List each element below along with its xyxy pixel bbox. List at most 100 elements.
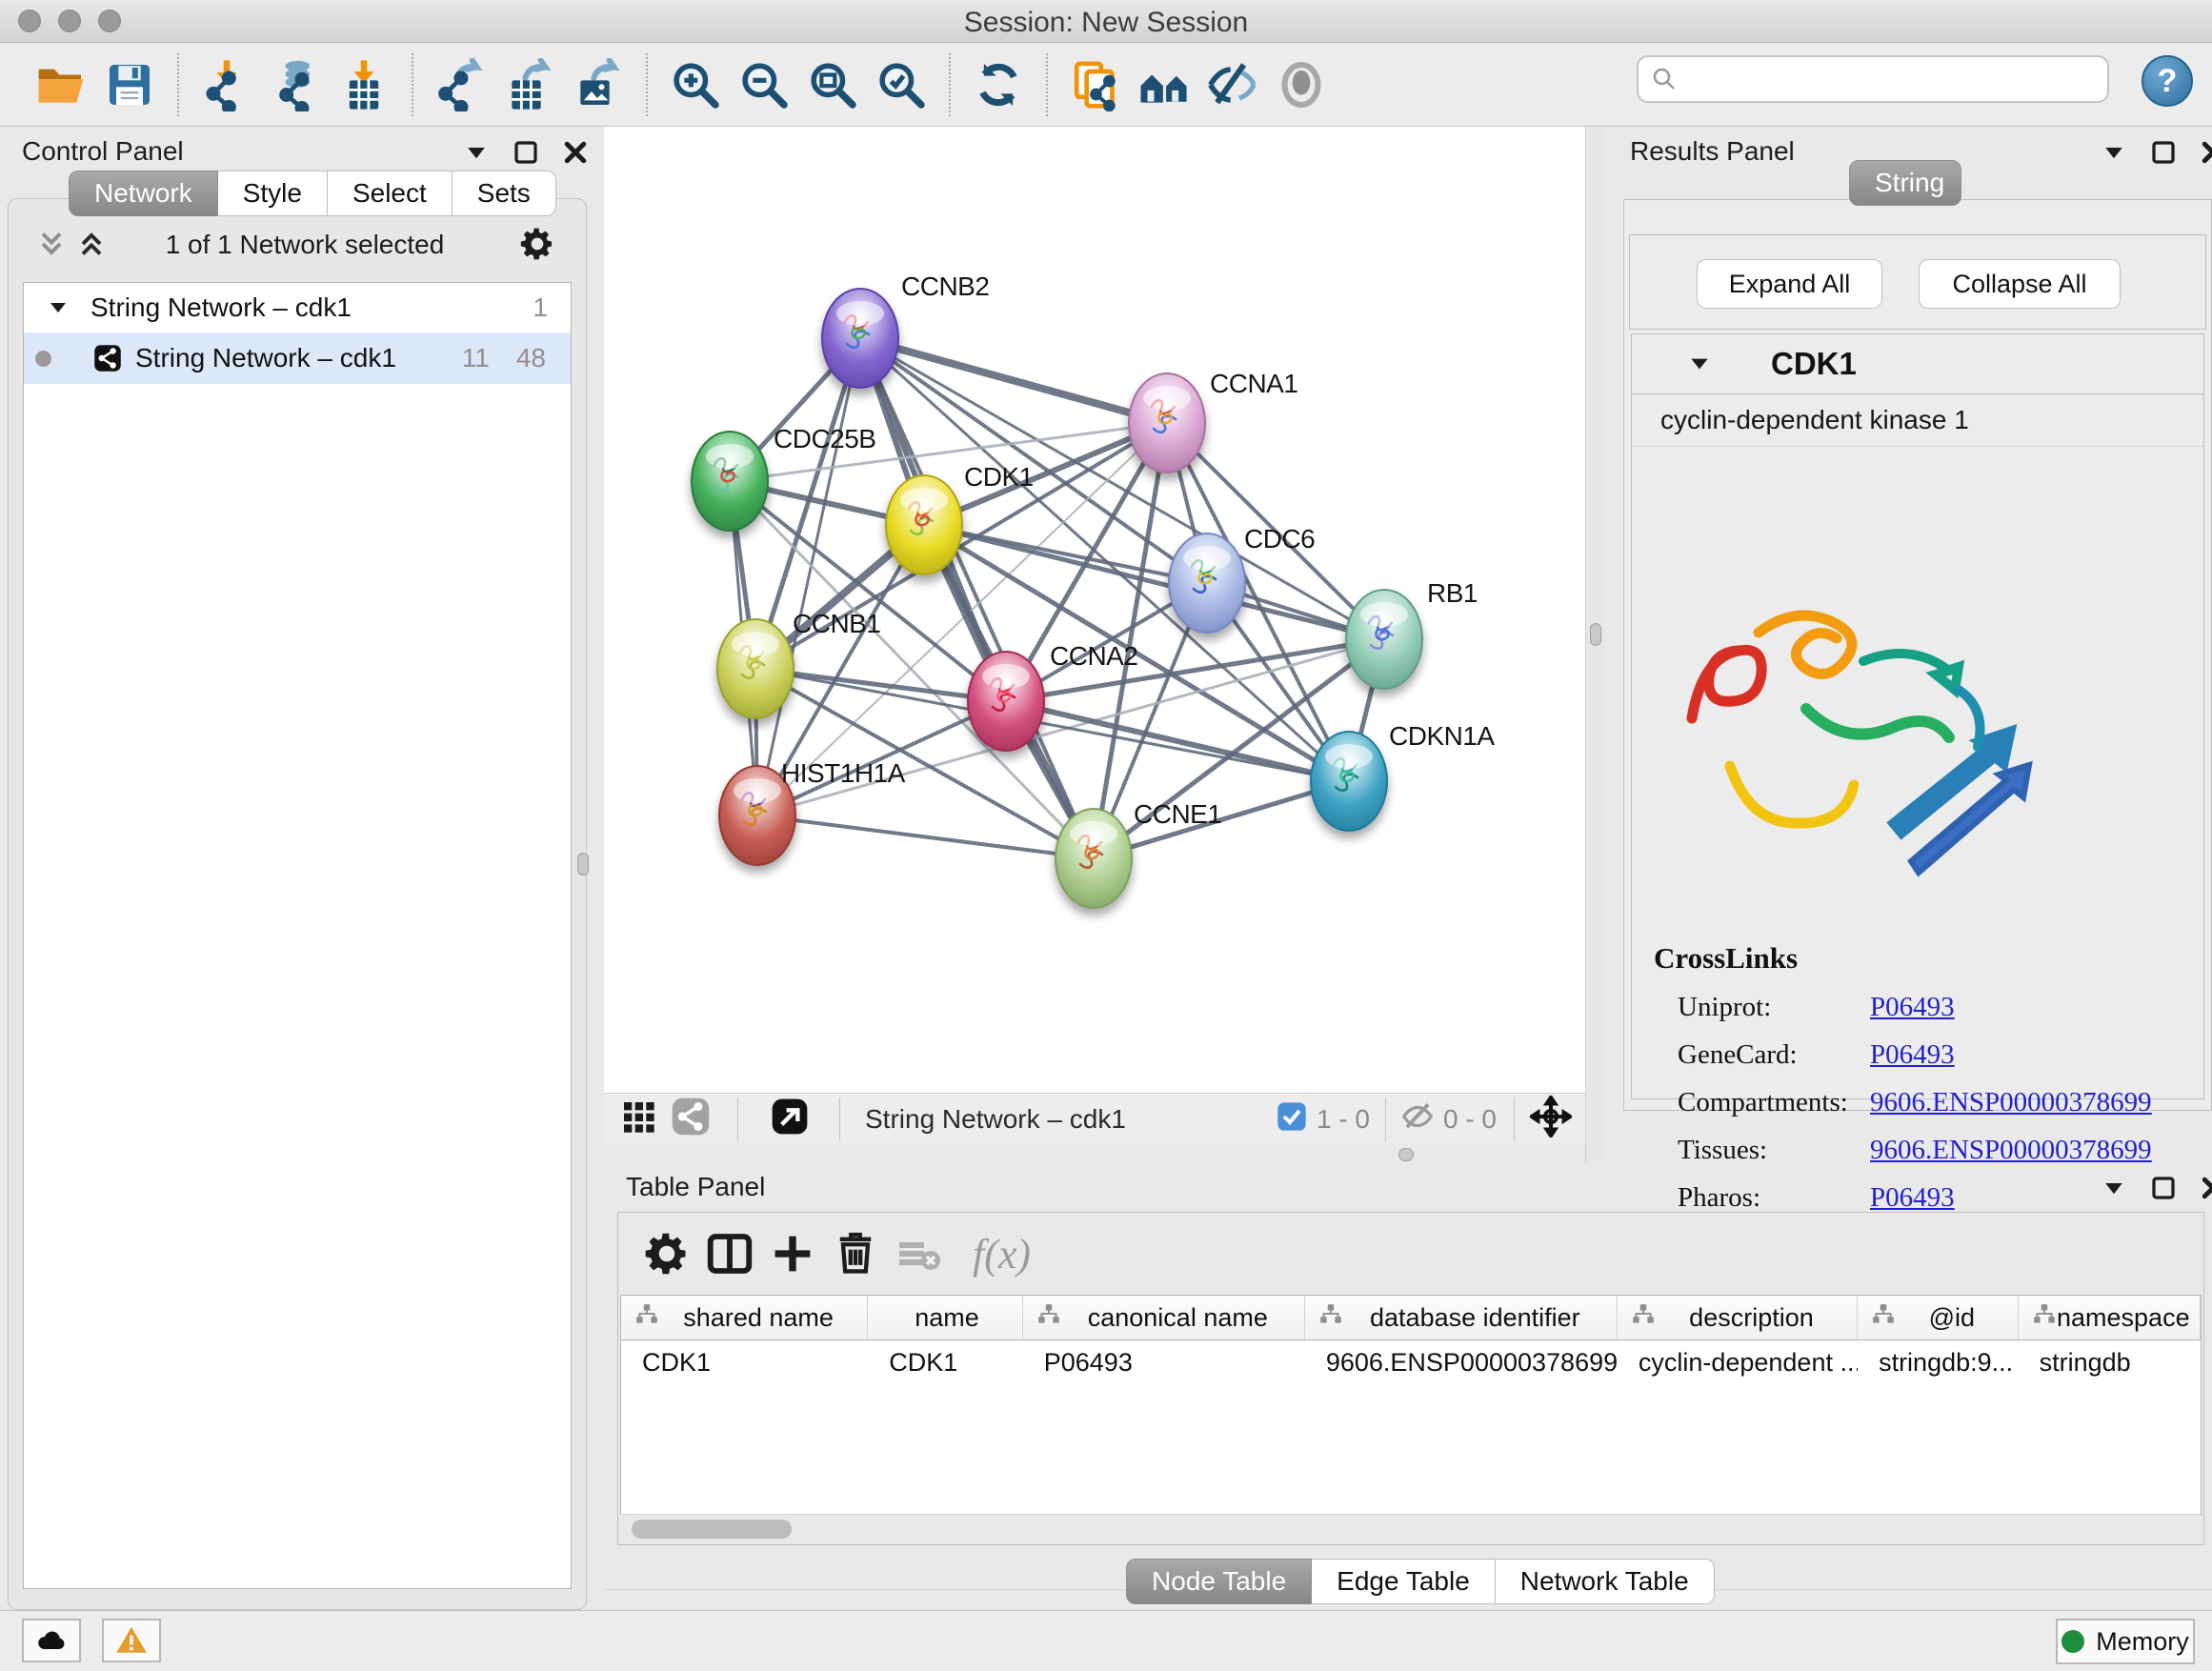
network-node-CCNE1[interactable] bbox=[1056, 809, 1132, 908]
tab-sets[interactable]: Sets bbox=[452, 171, 556, 216]
tab-node-table[interactable]: Node Table bbox=[1126, 1559, 1312, 1604]
tab-style[interactable]: Style bbox=[218, 171, 328, 216]
panel-collapse-chevron-icon[interactable] bbox=[2100, 1174, 2128, 1207]
table-cell: 9606.ENSP00000378699 bbox=[1305, 1340, 1618, 1384]
add-column-icon[interactable] bbox=[761, 1222, 824, 1285]
tree-expand-triangle-icon[interactable] bbox=[47, 296, 70, 319]
gear-icon[interactable] bbox=[635, 1222, 698, 1285]
export-table-icon[interactable] bbox=[500, 55, 559, 114]
collapse-all-button[interactable]: Collapse All bbox=[1919, 259, 2121, 309]
network-node-CCNB2[interactable] bbox=[822, 289, 898, 388]
column-header-shared-name[interactable]: shared name bbox=[621, 1296, 868, 1339]
panel-float-icon[interactable] bbox=[512, 138, 540, 171]
home-overview-icon[interactable] bbox=[1135, 55, 1194, 114]
grid-view-icon[interactable] bbox=[619, 1097, 657, 1140]
crosslink-link[interactable]: P06493 bbox=[1870, 1039, 1955, 1071]
network-node-CDC6[interactable] bbox=[1169, 534, 1245, 633]
table-cell: P06493 bbox=[1023, 1340, 1305, 1384]
network-node-CDKN1A[interactable] bbox=[1311, 732, 1387, 831]
network-edge-CCNB2-HIST1H1A[interactable] bbox=[757, 338, 860, 815]
column-header-canonical-name[interactable]: canonical name bbox=[1023, 1296, 1305, 1339]
hidden-eye-icon[interactable] bbox=[1399, 1098, 1436, 1139]
save-file-icon[interactable] bbox=[100, 55, 159, 114]
column-header-name[interactable]: name bbox=[868, 1296, 1023, 1339]
network-node-CDC25B[interactable] bbox=[692, 432, 768, 531]
horizontal-splitter-grip[interactable] bbox=[1398, 1148, 1414, 1161]
node-label-CDK1: CDK1 bbox=[964, 462, 1034, 492]
network-canvas[interactable]: CCNB2CCNA1CDC25BCDK1CDC6RB1CCNB1CCNA2CDK… bbox=[604, 127, 1585, 1093]
network-node-CCNA1[interactable] bbox=[1129, 373, 1205, 473]
network-tree-child-row[interactable]: String Network – cdk1 11 48 bbox=[24, 332, 571, 384]
search-field[interactable] bbox=[1637, 55, 2109, 103]
left-splitter-grip[interactable] bbox=[577, 853, 589, 876]
trash-icon[interactable] bbox=[824, 1222, 887, 1285]
column-header-label: canonical name bbox=[1061, 1303, 1304, 1333]
refresh-layout-icon[interactable] bbox=[969, 55, 1028, 114]
move-crosshair-icon[interactable] bbox=[1530, 1096, 1572, 1142]
open-in-new-icon[interactable] bbox=[771, 1097, 809, 1140]
network-options-gear-icon[interactable] bbox=[518, 225, 556, 268]
network-node-CCNB1[interactable] bbox=[717, 619, 794, 718]
column-header-description[interactable]: description bbox=[1618, 1296, 1858, 1339]
node-label-RB1: RB1 bbox=[1427, 578, 1478, 608]
import-table-file-icon[interactable] bbox=[334, 55, 393, 114]
network-node-CCNA2[interactable] bbox=[968, 652, 1044, 751]
hide-selected-eye-icon[interactable] bbox=[1203, 55, 1262, 114]
export-network-icon[interactable] bbox=[432, 55, 491, 114]
column-header-database-identifier[interactable]: database identifier bbox=[1305, 1296, 1618, 1339]
network-edge-HIST1H1A-CCNE1[interactable] bbox=[757, 815, 1094, 858]
network-node-CDK1[interactable] bbox=[886, 475, 962, 574]
column-header-namespace[interactable]: namespace bbox=[2019, 1296, 2201, 1339]
zoom-fit-icon[interactable] bbox=[803, 55, 862, 114]
crosslink-link[interactable]: 9606.ENSP00000378699 bbox=[1870, 1087, 2152, 1118]
open-folder-icon[interactable] bbox=[31, 55, 90, 114]
scrollbar-thumb[interactable] bbox=[632, 1520, 792, 1539]
horizontal-splitter[interactable] bbox=[604, 1143, 1585, 1164]
panel-collapse-chevron-icon[interactable] bbox=[2100, 138, 2128, 171]
panel-close-icon[interactable] bbox=[2199, 138, 2212, 171]
entry-collapse-triangle-icon[interactable] bbox=[1687, 352, 1712, 376]
network-edge-CDK1-RB1[interactable] bbox=[924, 525, 1384, 639]
crosslink-link[interactable]: P06493 bbox=[1870, 992, 1955, 1023]
expand-all-button[interactable]: Expand All bbox=[1697, 259, 1882, 309]
collapse-all-chevron-icon[interactable] bbox=[34, 227, 69, 266]
export-image-icon[interactable] bbox=[569, 55, 628, 114]
panel-collapse-chevron-icon[interactable] bbox=[462, 138, 491, 171]
crosslink-link[interactable]: 9606.ENSP00000378699 bbox=[1870, 1135, 2152, 1166]
columns-icon[interactable] bbox=[698, 1222, 761, 1285]
copy-document-icon[interactable] bbox=[1066, 55, 1125, 114]
memory-button[interactable]: Memory bbox=[2056, 1619, 2195, 1664]
results-panel: Results Panel String Expand All Collapse… bbox=[1585, 127, 2212, 1164]
tab-string[interactable]: String bbox=[1849, 160, 1961, 206]
crosslink-row: GeneCard:P06493 bbox=[1678, 1039, 2192, 1071]
import-network-database-icon[interactable] bbox=[266, 55, 325, 114]
warning-button[interactable] bbox=[102, 1619, 161, 1662]
results-panel-title: Results Panel bbox=[1630, 136, 1795, 167]
zoom-out-icon[interactable] bbox=[734, 55, 794, 114]
network-node-RB1[interactable] bbox=[1346, 590, 1422, 689]
panel-close-icon[interactable] bbox=[561, 138, 590, 171]
import-network-file-icon[interactable] bbox=[197, 55, 256, 114]
panel-float-icon[interactable] bbox=[2149, 138, 2178, 171]
zoom-selected-icon[interactable] bbox=[872, 55, 931, 114]
protein-entry-header[interactable]: CDK1 bbox=[1632, 334, 2203, 394]
selected-checkbox-icon[interactable] bbox=[1277, 1101, 1307, 1137]
panel-close-icon[interactable] bbox=[2199, 1174, 2212, 1207]
cloud-button[interactable] bbox=[22, 1619, 81, 1662]
share-network-icon[interactable] bbox=[671, 1097, 711, 1141]
expand-all-chevron-icon[interactable] bbox=[74, 227, 109, 266]
search-input[interactable] bbox=[1686, 64, 2107, 95]
network-name-label: String Network – cdk1 bbox=[135, 343, 462, 373]
table-row[interactable]: CDK1CDK1P064939606.ENSP00000378699cyclin… bbox=[621, 1340, 2201, 1384]
tab-edge-table[interactable]: Edge Table bbox=[1312, 1559, 1496, 1604]
network-tree-root-row[interactable]: String Network – cdk1 1 bbox=[24, 283, 571, 332]
tab-network[interactable]: Network bbox=[69, 171, 218, 216]
zoom-in-icon[interactable] bbox=[666, 55, 725, 114]
network-edge-CCNA2-CDKN1A[interactable] bbox=[1006, 701, 1349, 781]
help-icon[interactable]: ? bbox=[2142, 55, 2193, 107]
table-horizontal-scrollbar[interactable] bbox=[620, 1514, 2200, 1543]
column-header-@id[interactable]: @id bbox=[1858, 1296, 2019, 1339]
tab-network-table[interactable]: Network Table bbox=[1496, 1559, 1715, 1604]
panel-float-icon[interactable] bbox=[2149, 1174, 2178, 1207]
tab-select[interactable]: Select bbox=[328, 171, 452, 216]
